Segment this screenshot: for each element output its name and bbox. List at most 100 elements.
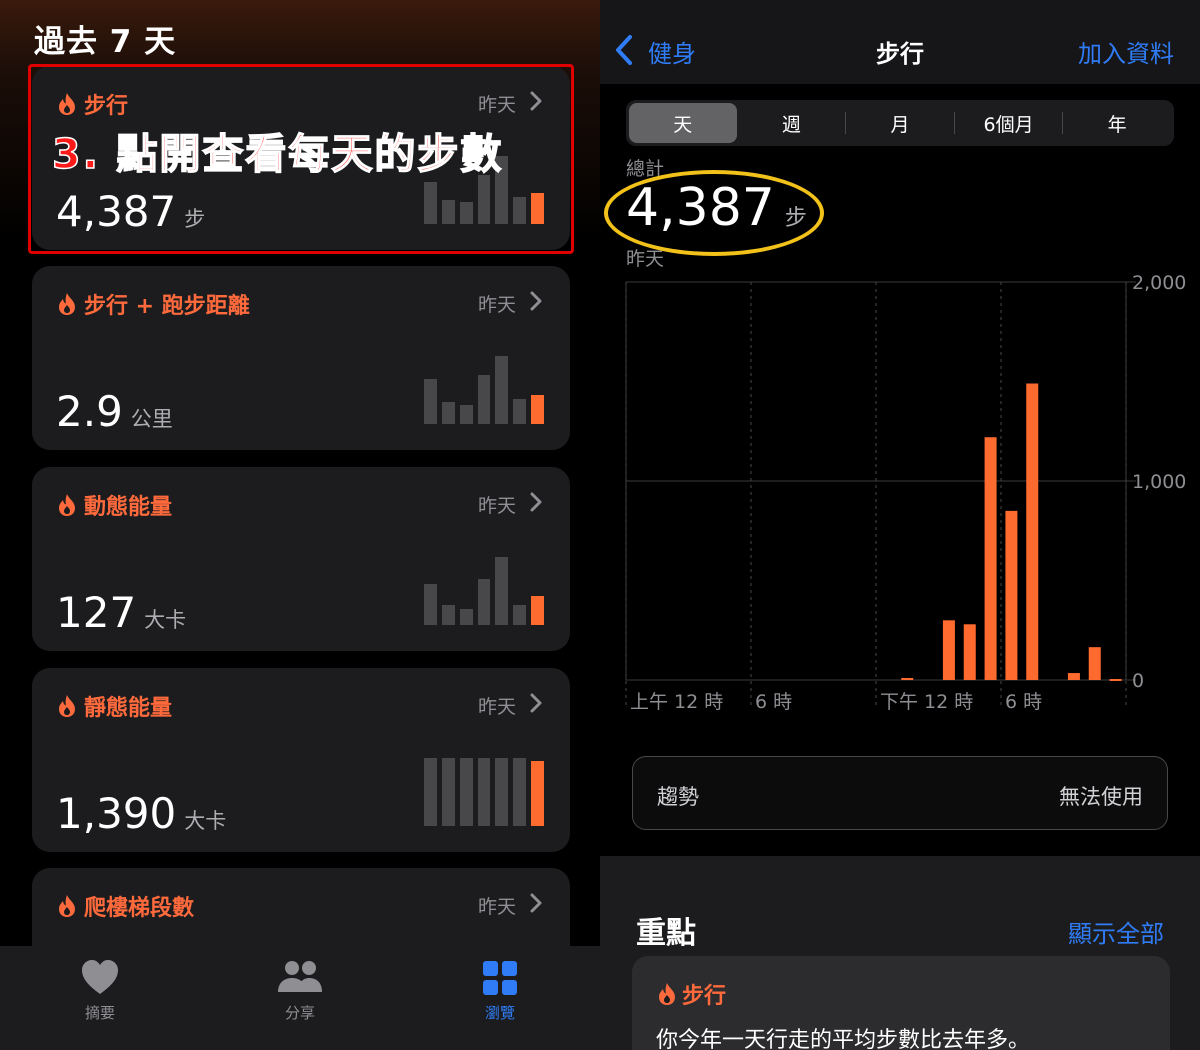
card-value: 2.9 公里 [56,387,173,436]
card-value-number: 2.9 [56,387,123,436]
card-value-unit: 公里 [130,407,173,431]
tab-sharing-label: 分享 [284,1004,315,1022]
mini-bar [531,596,545,625]
total-unit: 步 [784,206,807,231]
card-value-unit: 步 [184,207,206,231]
highlights-title: 重點 [636,916,696,951]
highlight-card-title: 步行 [682,984,727,1009]
trend-value: 無法使用 [1059,785,1143,809]
card-header: 靜態能量 [56,690,172,722]
highlight-card[interactable]: 步行 你今年一天行走的平均步數比去年多。 [632,956,1170,1050]
mini-bar [495,356,509,424]
heart-icon [82,960,118,994]
section-title: 過去 7 天 [34,24,177,60]
x-tick-label: 上午 12 時 [630,691,723,713]
segment-4[interactable]: 年 [1063,103,1171,143]
card-date: 昨天 [477,495,516,517]
tab-sharing[interactable]: 分享 [200,946,400,1050]
flame-icon [59,93,75,115]
segment-1[interactable]: 週 [738,103,846,143]
x-tick-label: 下午 12 時 [880,691,973,713]
highlight-card-text: 你今年一天行走的平均步數比去年多。 [656,1028,1031,1050]
hourly-steps-chart[interactable]: 2,000 1,000 0 上午 12 時 6 時 下午 12 時 6 時 [600,260,1200,730]
metric-card[interactable]: 靜態能量 昨天 1,390 大卡 [32,668,570,852]
tab-summary[interactable]: 摘要 [0,946,200,1050]
tab-bar: 摘要 分享 瀏覽 [0,946,600,1050]
x-tick-label: 6 時 [755,691,792,713]
mini-bar [459,758,473,826]
mini-bar [459,202,473,224]
mini-bar [495,557,509,625]
card-header: 步行 [56,88,128,120]
highlights-section: 重點 顯示全部 步行 你今年一天行走的平均步數比去年多。 [600,856,1200,1050]
trend-row[interactable]: 趨勢 無法使用 [632,756,1168,830]
flame-icon [59,695,75,717]
chevron-right-icon [530,693,542,713]
period-segmented-control: 天週月 6個月年 [626,100,1174,146]
segment-0[interactable]: 天 [629,103,737,143]
mini-bar [531,395,545,424]
total-label: 總計 [626,158,665,180]
card-value: 1,390 大卡 [56,789,226,838]
metric-card[interactable]: 動態能量 昨天 127 大卡 [32,467,570,651]
chart-bar [942,620,955,680]
card-value: 4,387 步 [56,187,205,236]
mini-bar [531,193,545,224]
segment-3[interactable]: 6個月 [955,103,1063,143]
mini-bar [477,175,491,224]
chart-bar [1026,383,1039,680]
segment-2[interactable]: 月 [846,103,954,143]
card-date: 昨天 [477,696,516,718]
mini-bar [441,402,455,424]
add-data-button[interactable]: 加入資料 [1078,34,1174,69]
mini-bar [424,379,437,424]
card-date: 昨天 [477,294,516,316]
navigation-bar: 健身 步行 加入資料 [600,0,1200,84]
x-tick-label: 6 時 [1005,691,1042,713]
show-all-button[interactable]: 顯示全部 [1068,914,1164,949]
mini-bar-chart [424,557,545,625]
mini-bar-chart [424,356,545,424]
annotation-text: 3. 點開查看每天的步數 [51,129,504,179]
mini-bar [513,197,527,224]
tab-summary-label: 摘要 [84,1004,115,1022]
mini-bar [441,200,455,224]
chevron-right-icon [530,492,542,512]
card-title: 步行 + 跑步距離 [84,294,250,319]
card-title: 爬樓梯段數 [84,896,195,921]
mini-bar [513,399,527,424]
card-value: 127 大卡 [56,588,186,637]
mini-bar [477,758,491,826]
card-title: 步行 [84,94,129,119]
flame-icon [59,293,75,315]
highlight-card-header: 步行 [656,978,726,1010]
grid-icon [483,961,517,995]
chart-bar [901,678,914,681]
card-value-number: 4,387 [56,187,177,236]
chevron-right-icon [530,291,542,311]
card-value-unit: 大卡 [184,809,227,833]
mini-bar [424,758,437,826]
total-number: 4,387 [626,178,775,238]
chart-bar [1109,679,1122,682]
y-tick-label: 1,000 [1132,471,1186,493]
people-icon [278,961,322,992]
y-tick-label: 2,000 [1132,272,1186,294]
chart-bar [1067,673,1080,680]
mini-bar [513,605,527,625]
mini-bar [459,405,473,424]
steps-detail-panel: 健身 步行 加入資料 天週月 6個月年 總計 4,387 步 昨天 2,000 1,… [600,0,1200,1050]
mini-bar [441,758,455,826]
chart-bar [1088,647,1101,680]
mini-bar [477,579,491,625]
card-date: 昨天 [477,896,516,918]
card-date: 昨天 [477,94,516,116]
flame-icon [59,494,75,516]
metric-card[interactable]: 步行 + 跑步距離 昨天 2.9 公里 [32,266,570,450]
card-header: 步行 + 跑步距離 [56,288,250,320]
chart-bar [963,624,976,680]
mini-bar [513,758,527,826]
card-value-number: 127 [56,588,137,637]
tab-browse[interactable]: 瀏覽 [400,946,600,1050]
total-value: 4,387 步 [626,178,807,238]
